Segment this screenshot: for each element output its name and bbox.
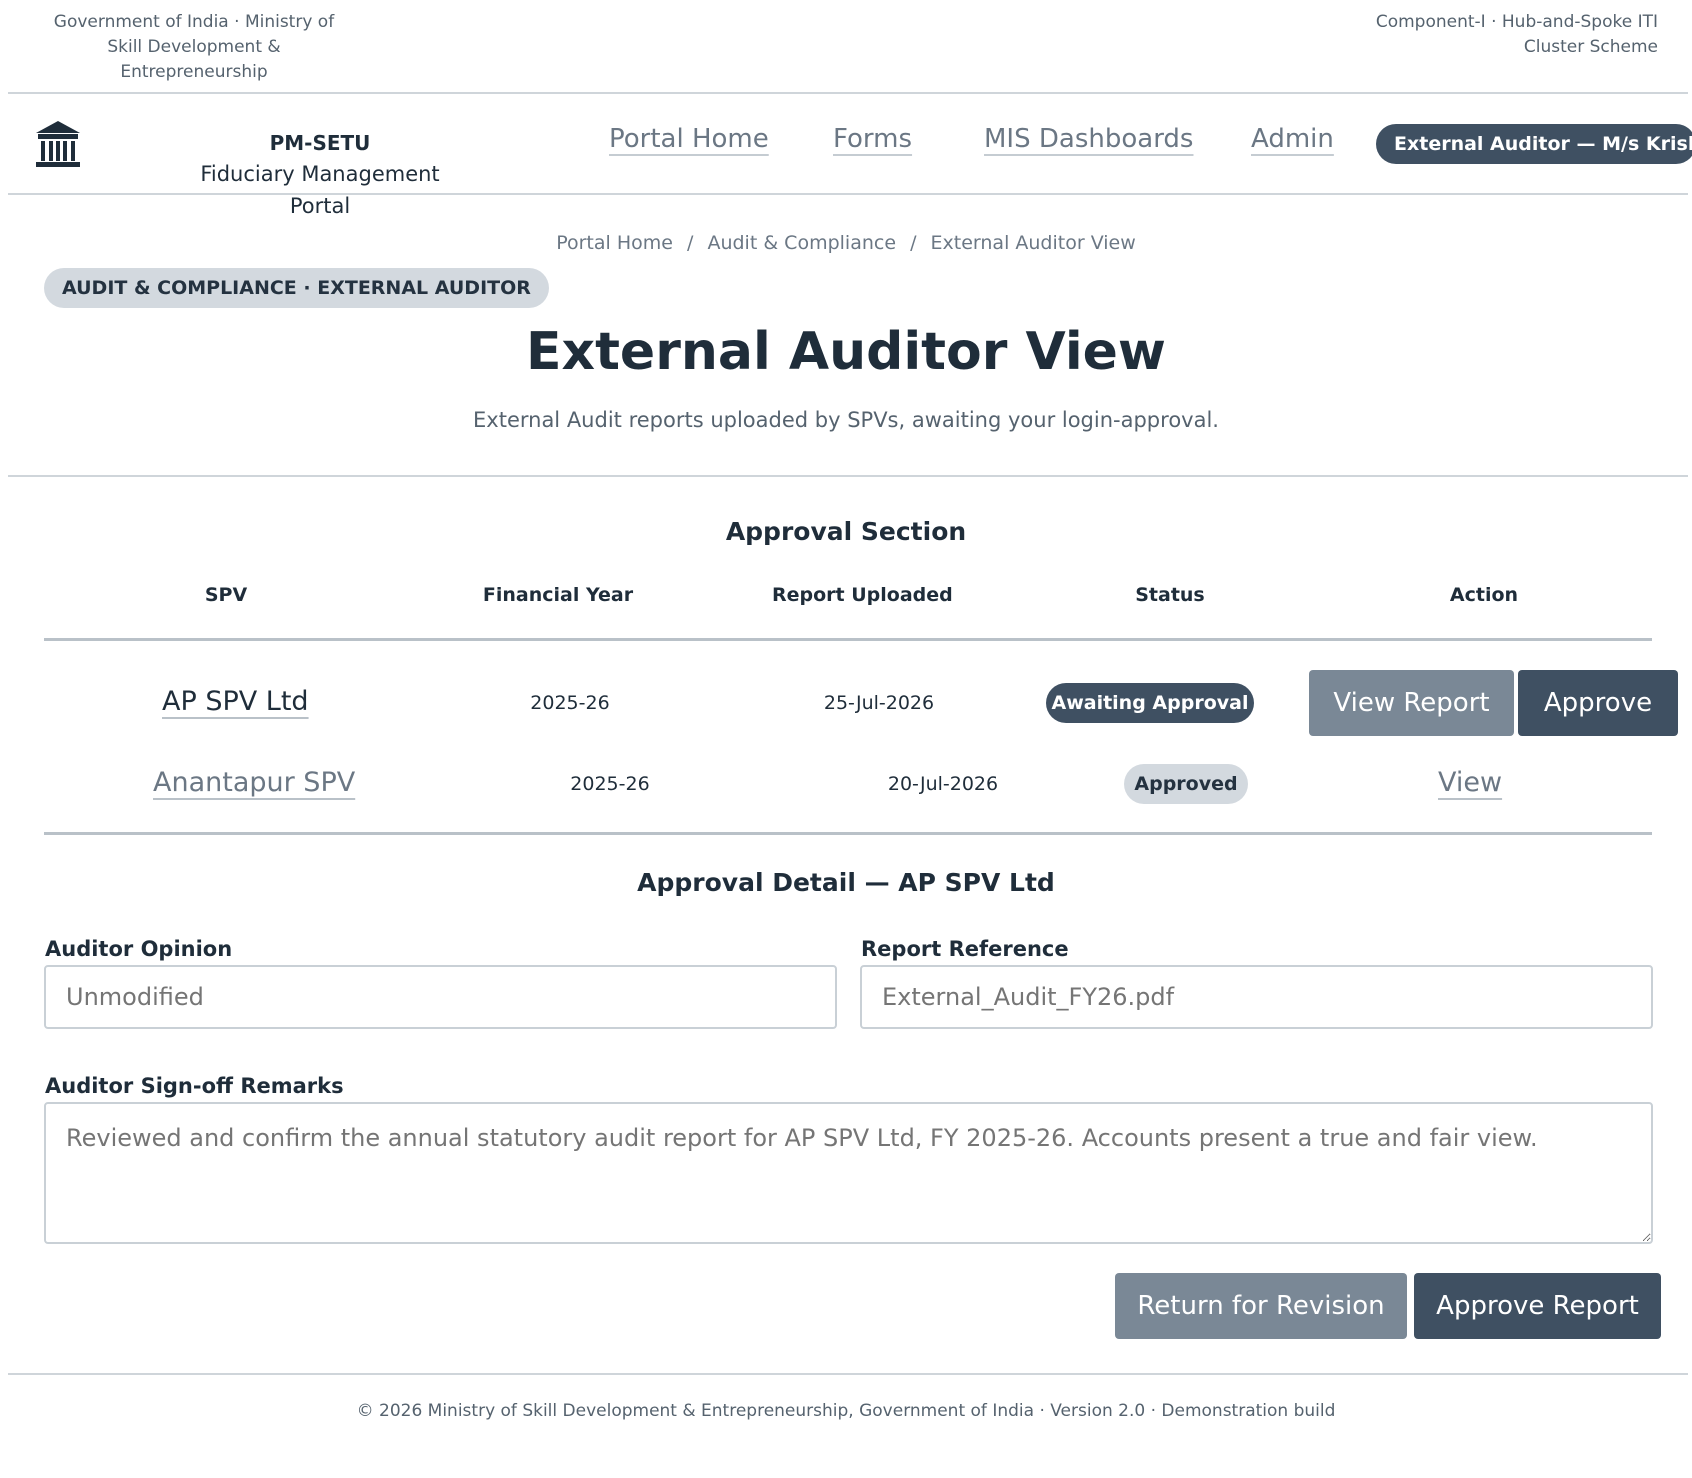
- status-badge-awaiting: Awaiting Approval: [1046, 683, 1254, 723]
- nav-divider: [8, 193, 1688, 195]
- report-reference-input[interactable]: [860, 965, 1653, 1029]
- column-header-status: Status: [1135, 584, 1205, 606]
- nav-forms[interactable]: Forms: [833, 124, 912, 154]
- breadcrumb-current: External Auditor View: [930, 232, 1136, 254]
- approve-button[interactable]: Approve: [1518, 670, 1678, 736]
- approval-detail-title: Approval Detail — AP SPV Ltd: [637, 868, 1055, 897]
- ministry-label: Government of India · Ministry of Skill …: [53, 12, 335, 82]
- footer-text: © 2026 Ministry of Skill Development & E…: [356, 1401, 1336, 1421]
- portal-name: Fiduciary Management Portal: [200, 162, 440, 218]
- user-role-button[interactable]: External Auditor — M/s Krishna: [1376, 124, 1692, 164]
- footer-divider: [8, 1373, 1688, 1375]
- financial-year-cell: 2025-26: [570, 773, 650, 795]
- column-header-financial-year: Financial Year: [482, 584, 634, 606]
- nav-admin[interactable]: Admin: [1251, 124, 1334, 154]
- header-divider: [8, 92, 1688, 94]
- brand-name: PM-SETU: [269, 131, 371, 155]
- table-footer-divider: [44, 832, 1652, 835]
- approve-report-button[interactable]: Approve Report: [1414, 1273, 1661, 1339]
- view-report-button[interactable]: View Report: [1309, 670, 1514, 736]
- breadcrumb-separator: /: [910, 232, 917, 254]
- government-building-icon: [34, 119, 82, 169]
- page-title: External Auditor View: [526, 322, 1166, 382]
- column-header-action: Action: [1449, 584, 1519, 606]
- return-for-revision-button[interactable]: Return for Revision: [1115, 1273, 1407, 1339]
- page-subtitle: External Audit reports uploaded by SPVs,…: [473, 408, 1219, 432]
- sign-off-remarks-label: Auditor Sign-off Remarks: [45, 1074, 344, 1098]
- report-uploaded-cell: 20-Jul-2026: [887, 773, 999, 795]
- nav-portal-home[interactable]: Portal Home: [609, 124, 769, 154]
- view-link[interactable]: View: [1438, 767, 1502, 798]
- spv-link-ap-spv[interactable]: AP SPV Ltd: [162, 686, 309, 717]
- portal-brand[interactable]: PM-SETU Fiduciary Management Portal: [170, 128, 470, 222]
- financial-year-cell: 2025-26: [530, 692, 610, 714]
- approval-section-title: Approval Section: [725, 517, 967, 546]
- breadcrumb-portal-home[interactable]: Portal Home: [556, 232, 673, 254]
- column-header-spv: SPV: [204, 584, 248, 606]
- column-header-report-uploaded: Report Uploaded: [772, 584, 953, 606]
- table-header-divider: [44, 638, 1652, 641]
- auditor-opinion-label: Auditor Opinion: [45, 937, 233, 961]
- nav-mis-dashboards[interactable]: MIS Dashboards: [984, 124, 1193, 154]
- breadcrumb-audit-compliance[interactable]: Audit & Compliance: [707, 232, 896, 254]
- status-badge-approved: Approved: [1124, 764, 1248, 804]
- title-divider: [8, 475, 1688, 477]
- report-uploaded-cell: 25-Jul-2026: [823, 692, 935, 714]
- breadcrumb: Portal Home / Audit & Compliance / Exter…: [0, 232, 1692, 254]
- section-tag: AUDIT & COMPLIANCE · EXTERNAL AUDITOR: [44, 268, 549, 308]
- spv-link-anantapur-spv[interactable]: Anantapur SPV: [153, 767, 355, 798]
- report-reference-label: Report Reference: [861, 937, 1069, 961]
- breadcrumb-separator: /: [687, 232, 694, 254]
- auditor-opinion-input[interactable]: [44, 965, 837, 1029]
- scheme-label: Component-I · Hub-and-Spoke ITI Cluster …: [1375, 12, 1658, 57]
- sign-off-remarks-textarea[interactable]: [44, 1102, 1653, 1244]
